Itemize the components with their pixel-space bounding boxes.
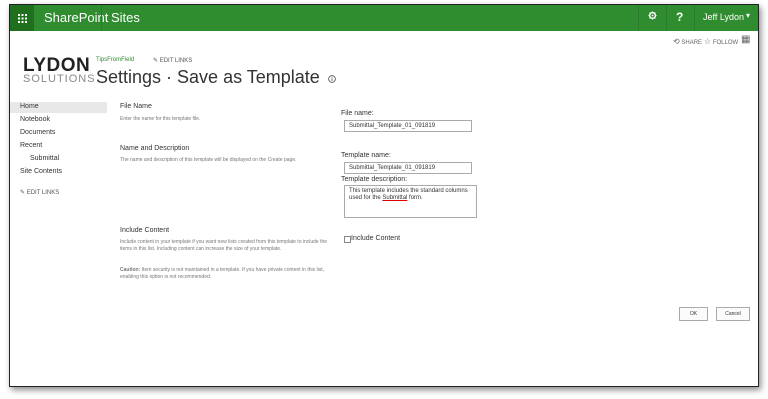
gear-icon [648, 11, 657, 20]
follow-button[interactable]: ☆ FOLLOW [704, 37, 738, 46]
app-launcher-icon [17, 13, 27, 23]
section-title-name-description: Name and Description [120, 145, 190, 152]
pencil-icon: ✎ [153, 58, 159, 64]
app-launcher-button[interactable] [10, 5, 34, 31]
suite-divider [638, 5, 639, 31]
section-title-file-name: File Name [120, 103, 152, 110]
sidebar-item-submittal[interactable]: Submittal [30, 155, 59, 162]
suite-divider [694, 5, 695, 31]
include-content-checkbox[interactable] [344, 236, 351, 243]
edit-links-label: EDIT LINKS [159, 58, 193, 64]
sharepoint-brand-link[interactable]: SharePoint [44, 10, 108, 25]
sharepoint-window: SharePoint Sites ? Jeff Lydon ▾ ⟲ SHARE … [9, 4, 759, 387]
template-description-field[interactable]: This template includes the standard colu… [344, 185, 477, 218]
help-icon: ? [676, 10, 684, 24]
sidebar-edit-links-label: EDIT LINKS [26, 190, 60, 196]
settings-button[interactable] [648, 11, 657, 23]
template-description-label: Template description: [341, 176, 408, 183]
template-name-label: Template name: [341, 152, 391, 159]
share-button[interactable]: ⟲ SHARE [673, 37, 702, 46]
suite-bar: SharePoint Sites ? Jeff Lydon ▾ [10, 5, 758, 31]
caution-label: Caution: [120, 267, 141, 273]
template-description-link: Submittal [382, 195, 408, 201]
file-name-label: File name: [341, 110, 374, 117]
edit-links-top[interactable]: ✎ EDIT LINKS [153, 57, 192, 64]
suite-divider [666, 5, 667, 31]
ok-button[interactable]: OK [679, 307, 708, 321]
suite-divider [101, 5, 102, 31]
help-button[interactable]: ? [676, 10, 683, 24]
section-title-include-content: Include Content [120, 227, 170, 234]
star-icon: ☆ [704, 37, 712, 46]
user-menu[interactable]: Jeff Lydon [703, 12, 744, 22]
sidebar-edit-links[interactable]: ✎ EDIT LINKS [20, 189, 59, 196]
sidebar-item-home[interactable]: Home [20, 103, 39, 110]
section-desc-file-name: Enter the name for this template file. [120, 116, 201, 122]
sidebar-item-site-contents[interactable]: Site Contents [20, 168, 62, 175]
breadcrumb[interactable]: TipsFromField [96, 57, 134, 63]
page-title-text: Settings · Save as Template [96, 67, 320, 87]
section-desc-include-content: Include content in your template if you … [120, 239, 328, 252]
info-icon[interactable] [328, 75, 336, 83]
follow-label: FOLLOW [712, 40, 739, 46]
share-label: SHARE [681, 40, 703, 46]
file-name-field[interactable]: Submittal_Template_01_091819 [344, 120, 472, 132]
sites-link[interactable]: Sites [111, 10, 140, 25]
share-icon: ⟲ [673, 37, 680, 46]
include-content-label[interactable]: Include Content [351, 235, 400, 242]
template-name-field[interactable]: Submittal_Template_01_091819 [344, 162, 472, 174]
logo-text-bottom: SOLUTIONS [23, 73, 96, 85]
chevron-down-icon[interactable]: ▾ [746, 11, 750, 20]
page-title: Settings · Save as Template [96, 67, 336, 88]
section-desc-name-description: The name and description of this templat… [120, 157, 297, 163]
sidebar-item-notebook[interactable]: Notebook [20, 116, 50, 123]
template-description-suffix: form. [407, 195, 423, 201]
caution-text: Caution: Item security is not maintained… [120, 267, 330, 281]
caution-body: Item security is not maintained in a tem… [120, 267, 324, 280]
focus-mode-icon[interactable]: ▦ [741, 34, 750, 45]
sidebar-item-documents[interactable]: Documents [20, 129, 55, 136]
sidebar-item-recent[interactable]: Recent [20, 142, 42, 149]
cancel-button[interactable]: Cancel [716, 307, 750, 321]
pencil-icon: ✎ [20, 190, 26, 196]
